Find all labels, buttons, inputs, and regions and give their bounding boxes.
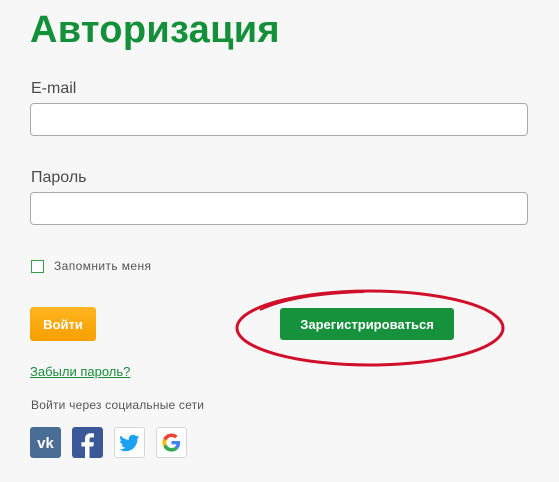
register-button[interactable]: Зарегистрироваться xyxy=(280,308,454,340)
password-field[interactable] xyxy=(30,192,528,225)
svg-text:vk: vk xyxy=(37,435,54,452)
vk-icon[interactable]: vk xyxy=(30,427,61,458)
forgot-password-link[interactable]: Забыли пароль? xyxy=(30,364,130,379)
social-login-title: Войти через социальные сети xyxy=(31,398,205,412)
login-page: Авторизация E-mail Пароль Запомнить меня… xyxy=(0,0,559,482)
remember-me[interactable]: Запомнить меня xyxy=(31,259,151,273)
remember-checkbox[interactable] xyxy=(31,259,44,273)
login-button[interactable]: Войти xyxy=(30,307,96,341)
twitter-icon[interactable] xyxy=(114,427,145,458)
email-field[interactable] xyxy=(30,103,528,136)
password-label: Пароль xyxy=(31,169,87,186)
email-label: E-mail xyxy=(31,80,77,97)
page-title: Авторизация xyxy=(30,9,280,51)
remember-label: Запомнить меня xyxy=(54,259,152,273)
facebook-icon[interactable] xyxy=(72,427,103,458)
google-icon[interactable] xyxy=(156,427,187,458)
